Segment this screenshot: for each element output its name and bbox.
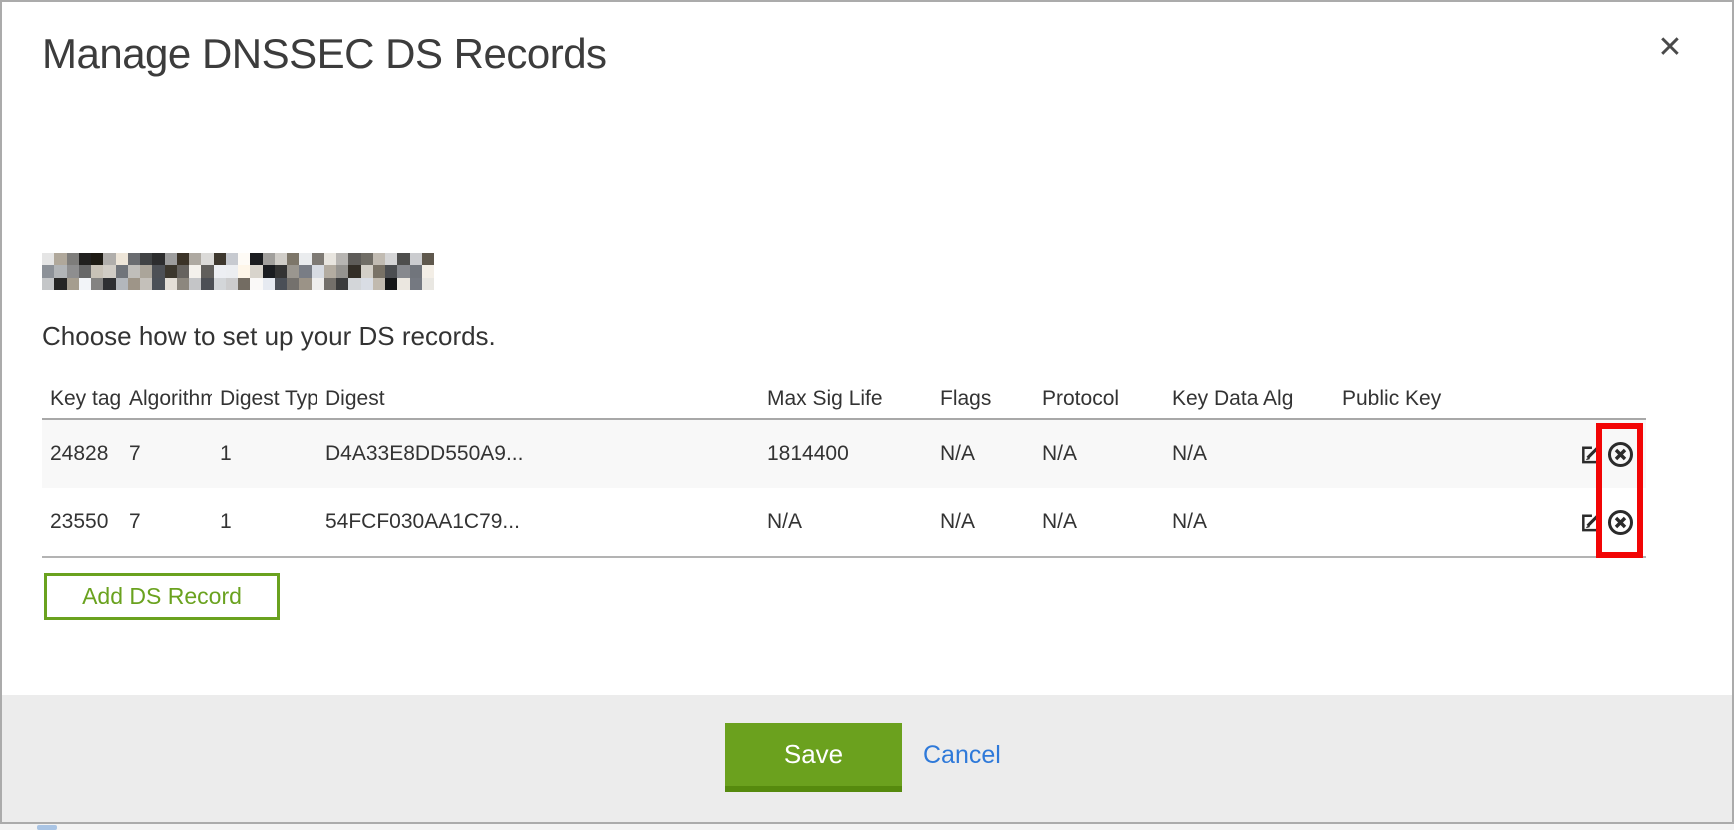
close-button[interactable]: ✕: [1650, 28, 1690, 68]
column-header: Public Key: [1334, 387, 1561, 411]
page-behind-modal: [0, 824, 1734, 830]
delete-record-button[interactable]: [1607, 509, 1634, 536]
cell-max-sig-life: N/A: [759, 510, 932, 534]
cell-digest: D4A33E8DD550A9...: [317, 442, 759, 466]
column-header: Key tag: [42, 387, 121, 411]
column-header: Protocol: [1034, 387, 1164, 411]
page-behind-fragment: [37, 825, 57, 830]
delete-circle-x-icon: [1607, 509, 1634, 536]
column-header: Digest Type: [212, 387, 317, 411]
edit-record-button[interactable]: [1579, 511, 1602, 534]
row-actions: [1561, 509, 1646, 536]
edit-icon: [1579, 443, 1602, 466]
column-header: Algorithm: [121, 387, 212, 411]
close-icon: ✕: [1657, 33, 1682, 63]
cell-protocol: N/A: [1034, 510, 1164, 534]
cell-digest-type: 1: [212, 442, 317, 466]
table-header-row: Key tagAlgorithmDigest TypeDigestMax Sig…: [42, 380, 1646, 420]
edit-record-button[interactable]: [1579, 443, 1602, 466]
setup-instructions-text: Choose how to set up your DS records.: [42, 321, 496, 352]
table-row: 24828 7 1 D4A33E8DD550A9... 1814400 N/A …: [42, 420, 1646, 488]
table-row: 23550 7 1 54FCF030AA1C79... N/A N/A N/A …: [42, 488, 1646, 556]
delete-circle-x-icon: [1607, 441, 1634, 468]
delete-record-button[interactable]: [1607, 441, 1634, 468]
cancel-link[interactable]: Cancel: [923, 741, 1001, 770]
column-header: Digest: [317, 387, 759, 411]
table-body: 24828 7 1 D4A33E8DD550A9... 1814400 N/A …: [42, 420, 1646, 558]
modal-footer: Save Cancel: [2, 695, 1732, 822]
cell-flags: N/A: [932, 510, 1034, 534]
column-header: Flags: [932, 387, 1034, 411]
modal-title: Manage DNSSEC DS Records: [42, 30, 607, 78]
cell-digest-type: 1: [212, 510, 317, 534]
cell-flags: N/A: [932, 442, 1034, 466]
cell-key-tag: 24828: [42, 442, 121, 466]
column-header: Max Sig Life: [759, 387, 932, 411]
ds-records-table: Key tagAlgorithmDigest TypeDigestMax Sig…: [42, 380, 1646, 558]
add-ds-record-label: Add DS Record: [82, 583, 242, 610]
cell-key-tag: 23550: [42, 510, 121, 534]
column-header: Key Data Alg: [1164, 387, 1334, 411]
cell-max-sig-life: 1814400: [759, 442, 932, 466]
add-ds-record-button[interactable]: Add DS Record: [44, 573, 280, 620]
cell-key-data-alg: N/A: [1164, 510, 1334, 534]
domain-name-redacted: [42, 253, 434, 290]
cell-protocol: N/A: [1034, 442, 1164, 466]
cell-algorithm: 7: [121, 442, 212, 466]
edit-icon: [1579, 511, 1602, 534]
cell-algorithm: 7: [121, 510, 212, 534]
row-actions: [1561, 441, 1646, 468]
manage-dnssec-modal: Manage DNSSEC DS Records ✕ Choose how to…: [0, 0, 1734, 824]
screen: Manage DNSSEC DS Records ✕ Choose how to…: [0, 0, 1734, 830]
save-button-label: Save: [784, 739, 843, 770]
cell-digest: 54FCF030AA1C79...: [317, 510, 759, 534]
cell-key-data-alg: N/A: [1164, 442, 1334, 466]
save-button[interactable]: Save: [725, 723, 902, 792]
